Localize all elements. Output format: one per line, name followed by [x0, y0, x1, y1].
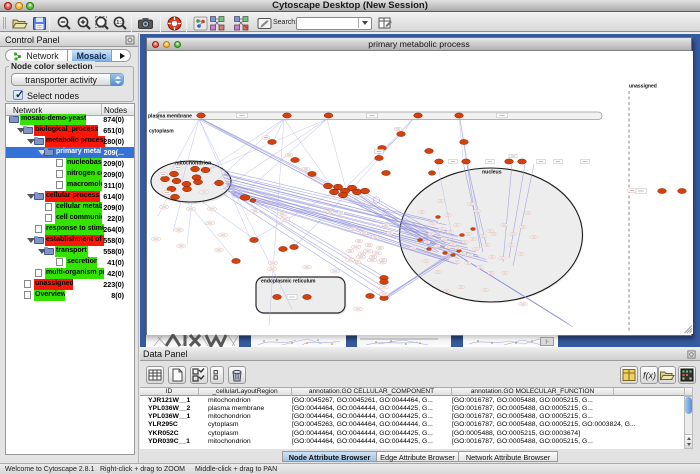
svg-text:1:1: 1:1: [116, 20, 124, 26]
svg-text:endoplasmic reticulum: endoplasmic reticulum: [261, 278, 316, 284]
svg-text:unassigned: unassigned: [629, 83, 657, 89]
svg-text:cytoplasm: cytoplasm: [149, 128, 174, 134]
svg-text:nucleus: nucleus: [482, 169, 502, 175]
svg-text:f(x): f(x): [643, 371, 656, 381]
svg-text:plasma membrane: plasma membrane: [148, 113, 192, 119]
